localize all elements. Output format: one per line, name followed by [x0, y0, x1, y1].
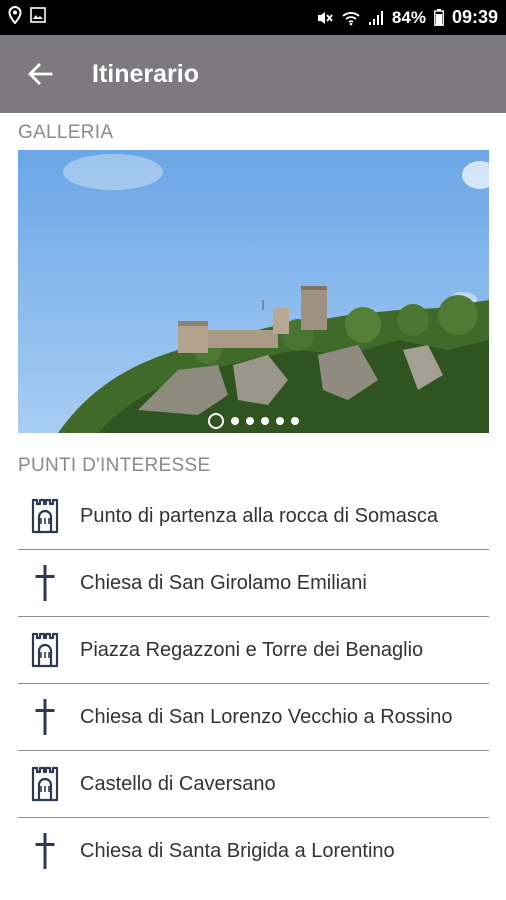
status-bar: 84% 09:39 [0, 0, 506, 35]
poi-item-label: Chiesa di Santa Brigida a Lorentino [80, 839, 395, 862]
gallery-dot[interactable] [261, 417, 269, 425]
poi-item[interactable]: Chiesa di Santa Brigida a Lorentino [18, 818, 489, 884]
castle-photo [18, 150, 489, 433]
gallery-dot[interactable] [208, 413, 224, 429]
battery-percent: 84% [391, 7, 426, 27]
poi-item[interactable]: Punto di partenza alla rocca di Somasca [18, 483, 489, 550]
poi-item-label: Chiesa di San Girolamo Emiliani [80, 571, 367, 594]
poi-item[interactable]: Piazza Regazzoni e Torre dei Benaglio [18, 617, 489, 684]
cross-icon [26, 832, 64, 870]
clock: 09:39 [451, 7, 498, 27]
gallery-pagination [18, 413, 489, 429]
poi-item-label: Punto di partenza alla rocca di Somasca [80, 504, 438, 527]
poi-item-label: Piazza Regazzoni e Torre dei Benaglio [80, 638, 424, 661]
poi-item-label: Chiesa di San Lorenzo Vecchio a Rossino [80, 705, 453, 728]
tower-icon [26, 498, 64, 534]
gallery-section-title: GALLERIA [18, 122, 114, 143]
signal-icon [368, 10, 384, 26]
app-bar: Itinerario [0, 35, 506, 113]
gallery-dot[interactable] [291, 417, 299, 425]
wifi-icon [342, 10, 360, 26]
cross-icon [26, 564, 64, 602]
arrow-left-icon [28, 63, 53, 85]
poi-list: Punto di partenza alla rocca di Somasca … [18, 483, 489, 884]
image-notification-icon [30, 7, 46, 28]
cross-icon [26, 698, 64, 736]
page-title: Itinerario [92, 59, 199, 88]
poi-section-title: PUNTI D'INTERESSE [18, 455, 211, 476]
gallery-carousel[interactable] [18, 150, 489, 433]
tower-icon [26, 766, 64, 802]
poi-item-label: Castello di Caversano [80, 772, 276, 795]
tower-icon [26, 632, 64, 668]
gallery-dot[interactable] [276, 417, 284, 425]
gallery-dot[interactable] [246, 417, 254, 425]
poi-item[interactable]: Castello di Caversano [18, 751, 489, 818]
gallery-dot[interactable] [231, 417, 239, 425]
mute-icon [316, 10, 334, 26]
back-button[interactable] [10, 35, 70, 113]
poi-item[interactable]: Chiesa di San Girolamo Emiliani [18, 550, 489, 617]
battery-icon [434, 9, 444, 26]
location-icon [8, 5, 22, 29]
poi-item[interactable]: Chiesa di San Lorenzo Vecchio a Rossino [18, 684, 489, 751]
